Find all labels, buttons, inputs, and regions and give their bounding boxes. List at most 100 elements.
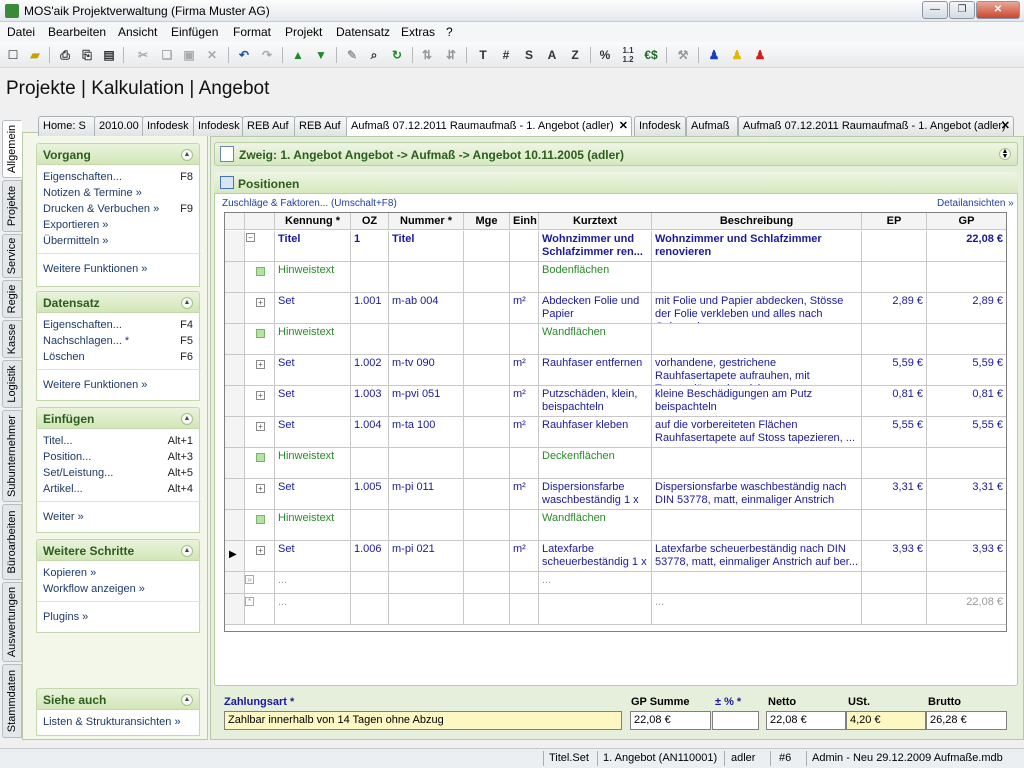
row-selector[interactable] [225, 324, 245, 354]
row-selector[interactable] [225, 417, 245, 447]
table-row[interactable]: + Set 1.001 m-ab 004 m² Abdecken Folie und Pa… [225, 293, 1006, 324]
cell-beschr[interactable]: mit Folie und Papier abdecken, Stösse de… [652, 293, 862, 323]
row-selector[interactable] [225, 448, 245, 478]
cell-ep[interactable]: 2,89 € [862, 293, 927, 323]
cell-oz[interactable] [351, 510, 389, 540]
cell-gp[interactable] [927, 262, 1006, 292]
einfuegen-weiter[interactable]: Weiter » [43, 511, 84, 523]
currency-button[interactable]: €$ [642, 46, 660, 64]
cell-oz[interactable]: 1.001 [351, 293, 389, 323]
siehe-listen[interactable]: Listen & Strukturansichten » [43, 716, 181, 728]
cell-gp[interactable]: 3,31 € [927, 479, 1006, 509]
row-selector[interactable] [225, 386, 245, 416]
vorgang-weitere[interactable]: Weitere Funktionen » [43, 263, 147, 275]
table-row[interactable]: *...... 22,08 € [225, 594, 1006, 625]
col-kurztext[interactable]: Kurztext [539, 213, 652, 229]
cell-kennung[interactable]: Set [275, 479, 351, 509]
cell-oz[interactable] [351, 572, 389, 593]
cell-beschr[interactable]: ... [652, 594, 862, 624]
copy-icon[interactable]: ❏ [158, 46, 176, 64]
cell-gp[interactable] [927, 324, 1006, 354]
tools-icon[interactable]: ⚒ [674, 46, 692, 64]
cell-beschr[interactable]: auf die vorbereiteten Flächen Rauhfasert… [652, 417, 862, 447]
cell-einh[interactable] [510, 231, 539, 261]
expand-icon[interactable]: + [256, 484, 265, 493]
cell-gp[interactable]: 22,08 € [927, 231, 1006, 261]
decimal-icon[interactable]: 1.1 1.2 [619, 46, 637, 64]
cell-oz[interactable]: 1 [351, 231, 389, 261]
user-red-icon[interactable]: ♟ [751, 46, 769, 64]
node-icon[interactable]: » [245, 575, 254, 584]
cell-oz[interactable]: 1.006 [351, 541, 389, 571]
cell-nummer[interactable]: Titel [389, 231, 464, 261]
open-icon[interactable]: ▰ [26, 46, 44, 64]
cell-mge[interactable] [464, 479, 510, 509]
cell-kurz[interactable]: Bodenflächen [539, 262, 652, 292]
cell-ep[interactable] [862, 324, 927, 354]
schritte-workflow[interactable]: Workflow anzeigen » [43, 583, 145, 595]
menu-ansicht[interactable]: Ansicht [118, 25, 157, 39]
cell-ep[interactable] [862, 510, 927, 540]
detailansichten-link[interactable]: Detailansichten » [937, 198, 1014, 209]
datensatz-loeschen[interactable]: Löschen [43, 351, 85, 363]
table-row[interactable]: + Set 1.003 m-pvi 051 m² Putzschäden, klein, … [225, 386, 1006, 417]
cell-einh[interactable] [510, 262, 539, 292]
tab-close-icon[interactable]: ✕ [619, 119, 628, 132]
format-a-button[interactable]: A [543, 46, 561, 64]
cell-mge[interactable] [464, 541, 510, 571]
cell-nummer[interactable]: m-tv 090 [389, 355, 464, 385]
cell-nummer[interactable] [389, 324, 464, 354]
datensatz-eigenschaften[interactable]: Eigenschaften... [43, 319, 122, 331]
cell-ep[interactable]: 3,93 € [862, 541, 927, 571]
cell-kennung[interactable]: Set [275, 355, 351, 385]
cell-einh[interactable] [510, 572, 539, 593]
section-siehe-auch-header[interactable]: Siehe auch ▲ [36, 688, 200, 710]
table-row[interactable]: Hinweistext Bodenflächen [225, 262, 1006, 293]
cell-oz[interactable]: 1.005 [351, 479, 389, 509]
cell-beschr[interactable]: Dispersionsfarbe waschbeständig nach DIN… [652, 479, 862, 509]
section-weitere-schritte-header[interactable]: Weitere Schritte ▲ [36, 539, 200, 561]
delete-icon[interactable]: ✕ [203, 46, 221, 64]
doctab-2010[interactable]: 2010.00 [94, 116, 144, 136]
menu-projekt[interactable]: Projekt [285, 25, 322, 39]
table-row[interactable]: + Set 1.005 m-pi 011 m² Dispersionsfarbe wasc… [225, 479, 1006, 510]
doctab-reb-2[interactable]: REB Auf [294, 116, 348, 136]
cell-kurz[interactable] [539, 594, 652, 624]
cell-ep[interactable]: 5,55 € [862, 417, 927, 447]
vtab-regie[interactable]: Regie [2, 280, 22, 318]
cell-ep[interactable]: 3,31 € [862, 479, 927, 509]
datensatz-nachschlagen[interactable]: Nachschlagen... * [43, 335, 129, 347]
row-selector[interactable] [225, 262, 245, 292]
cell-oz[interactable]: 1.004 [351, 417, 389, 447]
cell-gp[interactable] [927, 572, 1006, 593]
zweig-bar[interactable]: Zweig: 1. Angebot Angebot -> Aufmaß -> A… [214, 142, 1018, 166]
cell-nummer[interactable] [389, 262, 464, 292]
paste-icon[interactable]: ▣ [180, 46, 198, 64]
cell-beschr[interactable]: Wohnzimmer und Schlafzimmer renovieren [652, 231, 862, 261]
section-einfuegen-header[interactable]: Einfügen ▲ [36, 407, 200, 429]
cell-einh[interactable]: m² [510, 293, 539, 323]
cell-kennung[interactable]: Hinweistext [275, 324, 351, 354]
cell-kurz[interactable]: ... [539, 572, 652, 593]
cell-nummer[interactable]: m-pi 011 [389, 479, 464, 509]
cell-kurz[interactable]: Wandflächen [539, 324, 652, 354]
cell-ep[interactable] [862, 448, 927, 478]
vtab-logistik[interactable]: Logistik [2, 360, 22, 408]
cell-einh[interactable] [510, 324, 539, 354]
cell-kennung[interactable]: ... [275, 572, 351, 593]
cell-ep[interactable]: 0,81 € [862, 386, 927, 416]
cell-kurz[interactable]: Deckenflächen [539, 448, 652, 478]
cell-oz[interactable] [351, 448, 389, 478]
cell-gp[interactable]: 3,93 € [927, 541, 1006, 571]
cell-kennung[interactable]: ... [275, 594, 351, 624]
tab-close-icon[interactable]: ✕ [1001, 119, 1010, 132]
table-row[interactable]: »...... [225, 572, 1006, 594]
cell-einh[interactable]: m² [510, 541, 539, 571]
row-selector[interactable]: ▶ [225, 541, 245, 571]
print-preview-icon[interactable]: ⎘ [78, 46, 96, 64]
expand-icon[interactable]: + [256, 422, 265, 431]
menu-datensatz[interactable]: Datensatz [336, 25, 390, 39]
cell-oz[interactable]: 1.003 [351, 386, 389, 416]
col-gp[interactable]: GP [927, 213, 1006, 229]
cell-einh[interactable] [510, 510, 539, 540]
